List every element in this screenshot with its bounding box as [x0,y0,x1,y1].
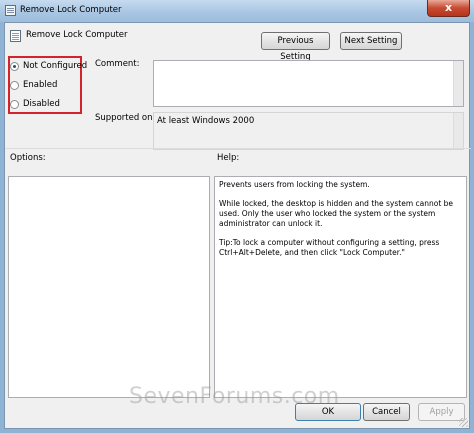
help-pane[interactable]: Prevents users from locking the system. … [214,176,467,398]
comment-field[interactable] [153,60,464,107]
policy-name: Remove Lock Computer [26,30,128,40]
help-text: Prevents users from locking the system. … [219,180,462,267]
help-label: Help: [217,153,240,163]
options-label: Options: [10,153,46,163]
title-bar: Remove Lock Computer x [0,0,474,22]
radio-label: Not Configured [23,61,88,71]
setting-icon [10,30,21,42]
next-setting-button[interactable]: Next Setting [340,32,402,50]
radio-button[interactable] [10,100,19,109]
previous-setting-button[interactable]: Previous Setting [261,32,330,62]
close-button[interactable]: x [427,0,470,17]
help-paragraph: Prevents users from locking the system. [219,180,370,189]
help-paragraph: Tip:To lock a computer without configuri… [219,238,440,257]
dialog-body: Remove Lock Computer Previous Setting Ne… [4,22,471,429]
radio-label: Enabled [23,80,58,90]
supported-on-value: At least Windows 2000 [157,116,255,126]
supported-scrollbar[interactable] [453,113,463,149]
window-title: Remove Lock Computer [20,5,122,15]
cancel-button[interactable]: Cancel [363,403,410,421]
help-paragraph: While locked, the desktop is hidden and … [219,199,454,228]
resize-grip[interactable] [459,418,468,427]
apply-button[interactable]: Apply [418,403,465,421]
radio-button[interactable] [10,81,19,90]
policy-icon [5,5,16,16]
options-pane[interactable] [8,176,210,398]
comment-scrollbar[interactable] [453,61,463,106]
ok-button[interactable]: OK [295,403,361,421]
radio-button[interactable] [10,62,19,71]
section-divider [5,148,471,149]
comment-label: Comment: [95,59,140,69]
supported-on-label: Supported on: [95,113,156,123]
radio-label: Disabled [23,99,60,109]
supported-on-field: At least Windows 2000 [153,112,464,150]
